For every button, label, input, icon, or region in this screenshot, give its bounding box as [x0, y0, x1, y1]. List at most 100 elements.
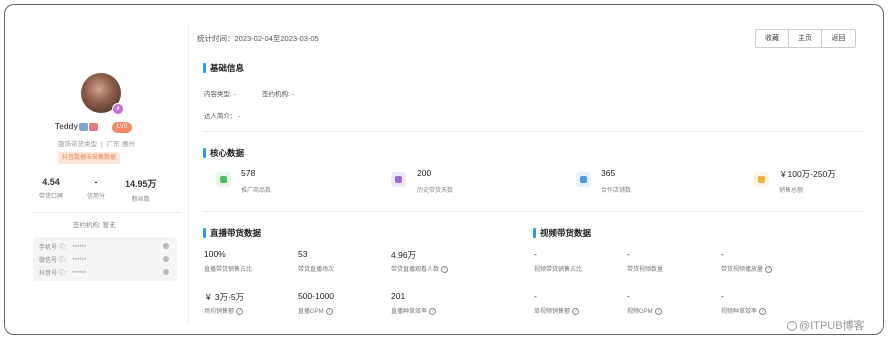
help-icon[interactable]: ? [429, 307, 437, 315]
label-text: 单视频销售额 [534, 309, 571, 315]
help-icon[interactable]: ? [441, 265, 449, 273]
help-icon[interactable]: ? [236, 307, 244, 315]
profile-name-text: Teddy [55, 122, 78, 131]
favorite-button[interactable]: 收藏 [756, 30, 789, 47]
stat-value: - [94, 177, 98, 187]
label-text: 直播带货销售占比 [204, 267, 253, 273]
core-value: 200 [417, 168, 432, 178]
video-gpm-value: - [627, 291, 630, 301]
date-range: 统计时间：2023-02-04至2023-03-05 [197, 34, 319, 43]
profile-region: 广东·惠州 [106, 141, 135, 148]
panel-divider [188, 23, 189, 323]
contact-label: 微信号 ⓘ: [39, 258, 67, 264]
contact-value: ****** [72, 271, 87, 277]
watermark: @ITPUB博客 [787, 317, 865, 333]
contact-wechat: 微信号 ⓘ: ****** [39, 255, 86, 264]
contact-label: 手机号 ⓘ: [39, 245, 67, 251]
help-icon[interactable]: ? [572, 307, 580, 315]
section-title-video: 视频带货数据 [533, 227, 591, 239]
products-icon [216, 172, 231, 187]
live-viewers-label: 带货直播观看人数? [391, 264, 449, 273]
video-count-value: - [627, 249, 630, 259]
live-seeding-value: 201 [391, 291, 406, 301]
action-buttons: 收藏 主页 返回 [755, 29, 856, 48]
profile-meta: 服饰带货类型 | 广东·惠州 [58, 138, 135, 148]
stat-label: 带货口碑 [39, 194, 64, 200]
label-text: 带货视频数量 [627, 267, 664, 273]
core-label: 销售总额 [779, 188, 804, 194]
core-value: ￥100万-250万 [779, 169, 836, 179]
reveal-eye-icon[interactable] [163, 269, 169, 275]
video-seeding-label: 视频种草效率? [721, 306, 767, 315]
reveal-eye-icon[interactable] [163, 256, 169, 262]
core-value: 578 [241, 168, 256, 178]
watermark-text: @ITPUB博客 [799, 320, 865, 332]
video-plays-label: 带货视频播放量? [721, 264, 773, 273]
live-viewers-value: 4.96万 [391, 250, 417, 260]
contact-douyin: 抖音号 ⓘ: ****** [39, 268, 86, 277]
contact-phone: 手机号 ⓘ: ****** [39, 242, 86, 251]
stat-credit: - 信用分 [87, 177, 105, 200]
reveal-eye-icon[interactable] [163, 243, 169, 249]
stat-fans: 14.95万 粉丝数 [125, 177, 157, 203]
profile-name: Teddy [55, 122, 98, 131]
single-video-sales-label: 单视频销售额? [534, 306, 580, 315]
core-label: 合作店铺数 [601, 188, 632, 194]
core-label: 历史带货天数 [417, 188, 454, 194]
video-gpm-label: 视频GPM? [627, 306, 662, 315]
video-sales-ratio-label: 视频带货销售占比 [534, 264, 582, 273]
back-button[interactable]: 返回 [822, 30, 855, 47]
section-title-core: 核心数据 [203, 147, 244, 159]
app-window: ♦ Teddy LV0 服饰带货类型 | 广东·惠州 抖音数据未采集数据 4.54 … [4, 4, 884, 335]
stat-reputation: 4.54 带货口碑 [39, 177, 63, 200]
core-label: 推广商品数 [241, 188, 272, 194]
divider [33, 212, 181, 213]
contact-label: 抖音号 ⓘ: [39, 271, 67, 277]
shop-icon [576, 172, 591, 187]
warning-tag: 抖音数据未采集数据 [58, 152, 121, 164]
label-text: 带货直播观看人数 [391, 267, 440, 273]
label-text: 带货视频播放量 [721, 267, 764, 273]
section-title-basic: 基础信息 [203, 62, 244, 74]
stat-value: 14.95万 [125, 179, 157, 189]
section-title-live: 直播带货数据 [203, 227, 261, 239]
level-badge: LV0 [112, 122, 133, 133]
meta-separator: | [101, 141, 103, 148]
profile-type: 服饰带货类型 [58, 141, 97, 148]
org-value: 暂无 [102, 222, 116, 229]
help-icon[interactable]: ? [759, 307, 767, 315]
tag-icon [88, 122, 98, 131]
label-text: 直播种草效率 [391, 309, 428, 315]
single-video-sales-value: - [534, 291, 537, 301]
label-text: 带货直播场次 [298, 267, 335, 273]
stat-value: 4.54 [42, 177, 60, 187]
help-icon[interactable]: ? [765, 265, 773, 273]
label-text: 视频GPM [627, 309, 653, 315]
help-icon[interactable]: ? [654, 307, 662, 315]
platform-icon [78, 122, 88, 131]
label-text: 场均销售额 [204, 309, 235, 315]
sign-org: 签约机构: 暂无 [73, 219, 116, 229]
org-label: 签约机构: [73, 222, 101, 229]
stat-label: 粉丝数 [131, 197, 150, 203]
label-text: 直播GPM [298, 309, 324, 315]
verified-badge-icon: ♦ [112, 103, 124, 115]
live-gpm-label: 直播GPM? [298, 306, 333, 315]
help-icon[interactable]: ? [325, 307, 333, 315]
live-gpm-value: 500-1000 [298, 291, 334, 301]
avg-sales-value: ￥ 3万-5万 [204, 292, 245, 302]
label-text: 视频带货销售占比 [534, 267, 583, 273]
contact-value: ****** [72, 245, 87, 251]
divider [203, 211, 866, 212]
live-sessions-label: 带货直播场次 [298, 264, 334, 273]
homepage-button[interactable]: 主页 [789, 30, 822, 47]
live-sales-ratio-label: 直播带货销售占比 [204, 264, 252, 273]
sign-org-info: 签约机构: - [262, 91, 294, 98]
content-type: 内容类型: - [204, 91, 236, 98]
video-sales-ratio-value: - [534, 249, 537, 259]
label-text: 视频种草效率 [721, 309, 758, 315]
money-icon [754, 172, 769, 187]
divider [203, 131, 866, 132]
avg-sales-label: 场均销售额? [204, 306, 244, 315]
video-seeding-value: - [721, 291, 724, 301]
